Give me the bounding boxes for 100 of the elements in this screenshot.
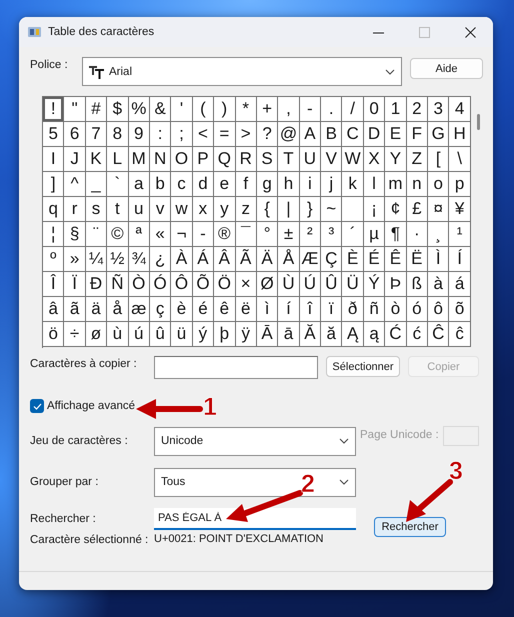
character-cell[interactable]: e	[214, 172, 236, 197]
character-cell[interactable]: ¶	[385, 222, 407, 247]
scrollbar-thumb[interactable]	[476, 114, 480, 130]
character-cell[interactable]: `	[107, 172, 129, 197]
character-cell[interactable]: ß	[406, 272, 428, 297]
character-cell[interactable]: 1	[385, 97, 407, 122]
character-cell[interactable]: .	[321, 97, 342, 122]
character-cell[interactable]: à	[428, 272, 450, 297]
character-cell[interactable]: ¬	[171, 222, 193, 247]
character-cell[interactable]: µ	[364, 222, 386, 247]
character-cell[interactable]: ć	[406, 322, 428, 347]
character-cell[interactable]: ×	[236, 272, 257, 297]
character-cell[interactable]: ï	[321, 297, 342, 322]
character-cell[interactable]: ¤	[428, 197, 450, 222]
character-cell[interactable]: í	[278, 297, 300, 322]
character-cell[interactable]: È	[342, 247, 364, 272]
character-cell[interactable]: &	[150, 97, 172, 122]
character-cell[interactable]: O	[171, 147, 193, 172]
character-cell[interactable]: ¥	[449, 197, 471, 222]
character-cell[interactable]: ë	[236, 297, 257, 322]
character-cell[interactable]: é	[192, 297, 214, 322]
character-cell[interactable]: °	[256, 222, 278, 247]
character-cell[interactable]: å	[107, 297, 129, 322]
character-cell[interactable]: Ï	[64, 272, 86, 297]
character-cell[interactable]: 9	[128, 122, 150, 147]
character-cell[interactable]: ì	[256, 297, 278, 322]
character-cell[interactable]: É	[364, 247, 386, 272]
character-cell[interactable]: L	[107, 147, 129, 172]
character-cell[interactable]: Ë	[406, 247, 428, 272]
character-cell[interactable]: B	[321, 122, 342, 147]
character-cell[interactable]: 2	[406, 97, 428, 122]
character-cell[interactable]: "	[64, 97, 86, 122]
character-cell[interactable]: [	[428, 147, 450, 172]
character-cell[interactable]: {	[256, 197, 278, 222]
character-cell[interactable]: ©	[107, 222, 129, 247]
character-cell[interactable]: i	[300, 172, 322, 197]
character-cell[interactable]: m	[385, 172, 407, 197]
character-cell[interactable]: Å	[278, 247, 300, 272]
font-dropdown[interactable]: Arial	[82, 57, 402, 86]
checkbox[interactable]	[30, 399, 44, 413]
character-cell[interactable]: n	[406, 172, 428, 197]
character-cell[interactable]: !	[43, 97, 64, 122]
character-cell[interactable]: k	[342, 172, 364, 197]
character-cell[interactable]: ô	[428, 297, 450, 322]
character-cell[interactable]: j	[321, 172, 342, 197]
character-cell[interactable]: ¼	[86, 247, 108, 272]
character-cell[interactable]: Ç	[321, 247, 342, 272]
character-cell[interactable]: K	[86, 147, 108, 172]
character-cell[interactable]: a	[128, 172, 150, 197]
character-cell[interactable]: t	[107, 197, 129, 222]
unicode-page-field[interactable]	[443, 426, 479, 446]
character-cell[interactable]: ü	[171, 322, 193, 347]
character-cell[interactable]: ¹	[449, 222, 471, 247]
character-cell[interactable]: î	[300, 297, 322, 322]
character-cell[interactable]: U	[300, 147, 322, 172]
character-cell[interactable]: ~	[321, 197, 342, 222]
character-cell[interactable]: ¿	[150, 247, 172, 272]
character-cell[interactable]: z	[236, 197, 257, 222]
character-cell[interactable]: *	[236, 97, 257, 122]
character-cell[interactable]: ¾	[128, 247, 150, 272]
character-cell[interactable]: '	[171, 97, 193, 122]
character-cell[interactable]: -	[192, 222, 214, 247]
character-cell[interactable]: T	[278, 147, 300, 172]
character-cell[interactable]: 4	[449, 97, 471, 122]
character-cell[interactable]: ?	[256, 122, 278, 147]
character-cell[interactable]: >	[236, 122, 257, 147]
character-cell[interactable]: Ñ	[107, 272, 129, 297]
character-cell[interactable]: X	[364, 147, 386, 172]
character-cell[interactable]: ª	[128, 222, 150, 247]
character-cell[interactable]: )	[214, 97, 236, 122]
character-cell[interactable]: +	[256, 97, 278, 122]
character-cell[interactable]: Y	[385, 147, 407, 172]
character-cell[interactable]: N	[150, 147, 172, 172]
character-cell[interactable]: d	[192, 172, 214, 197]
character-cell[interactable]: \	[449, 147, 471, 172]
character-cell[interactable]: ÿ	[236, 322, 257, 347]
character-cell[interactable]: }	[300, 197, 322, 222]
character-cell[interactable]: ·	[406, 222, 428, 247]
character-cell[interactable]: æ	[128, 297, 150, 322]
character-cell[interactable]: ¡	[364, 197, 386, 222]
character-cell[interactable]: §	[64, 222, 86, 247]
character-cell[interactable]: ¢	[385, 197, 407, 222]
character-cell[interactable]: u	[128, 197, 150, 222]
character-cell[interactable]: Q	[214, 147, 236, 172]
character-cell[interactable]: ²	[300, 222, 322, 247]
character-cell[interactable]: Ă	[300, 322, 322, 347]
character-cell[interactable]: A	[300, 122, 322, 147]
character-cell[interactable]: Ù	[278, 272, 300, 297]
character-cell[interactable]: ą	[364, 322, 386, 347]
character-cell[interactable]: %	[128, 97, 150, 122]
character-cell[interactable]: =	[214, 122, 236, 147]
character-cell[interactable]: Ó	[150, 272, 172, 297]
character-cell[interactable]: ñ	[364, 297, 386, 322]
character-cell[interactable]: Ú	[300, 272, 322, 297]
character-cell[interactable]: º	[43, 247, 64, 272]
character-cell[interactable]: ¦	[43, 222, 64, 247]
character-cell[interactable]: ¯	[236, 222, 257, 247]
character-cell[interactable]: 3	[428, 97, 450, 122]
character-cell[interactable]: $	[107, 97, 129, 122]
character-cell[interactable]: 6	[64, 122, 86, 147]
